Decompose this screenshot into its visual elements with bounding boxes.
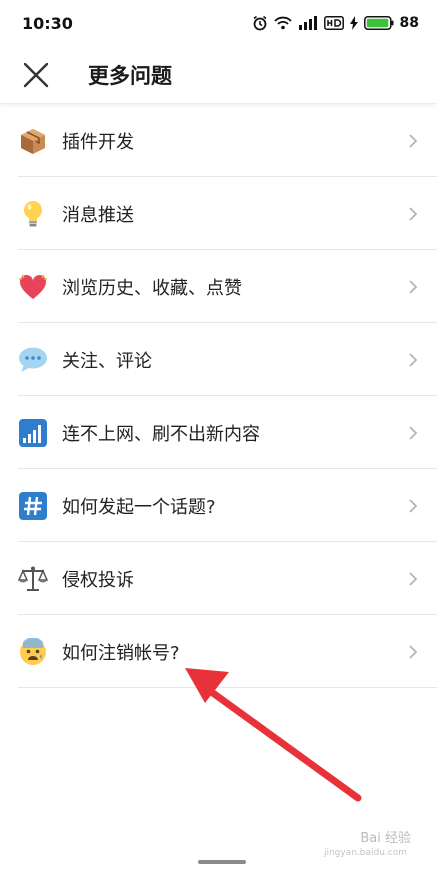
heart-icon	[18, 272, 48, 302]
package-icon	[18, 126, 48, 156]
wifi-icon	[273, 16, 292, 30]
status-time: 10:30	[22, 13, 73, 33]
battery-level: 88	[399, 15, 419, 31]
list-item-label: 如何发起一个话题?	[62, 496, 216, 518]
list-item-infringement-complaint[interactable]: 侵权投诉	[0, 542, 437, 615]
list-item-plugin-dev[interactable]: 插件开发	[0, 104, 437, 177]
alarm-icon	[253, 15, 267, 31]
list-item-label: 连不上网、刷不出新内容	[62, 423, 260, 445]
list-item-start-topic[interactable]: 如何发起一个话题?	[0, 469, 437, 542]
list-item-push-notifications[interactable]: 消息推送	[0, 177, 437, 250]
signal-icon	[298, 16, 317, 30]
list-item-label: 插件开发	[62, 131, 134, 153]
list-item-label: 关注、评论	[62, 350, 152, 372]
hashtag-icon	[18, 491, 48, 521]
close-button[interactable]	[12, 51, 60, 99]
header: 更多问题	[0, 46, 437, 104]
chevron-right-icon	[403, 571, 423, 587]
page-title: 更多问题	[88, 63, 172, 88]
question-list: 插件开发 消息推送 浏览历史、收藏、点赞 关注、评论 连不上网、刷不出新内容 如…	[0, 104, 437, 688]
list-item-network-issue[interactable]: 连不上网、刷不出新内容	[0, 396, 437, 469]
hd-icon	[323, 16, 344, 30]
lightbulb-icon	[18, 199, 48, 229]
status-bar: 10:30 88	[0, 0, 437, 46]
watermark-url: jingyan.baidu.com	[323, 848, 407, 858]
status-icons: 88	[252, 15, 419, 31]
list-item-history-favorites-likes[interactable]: 浏览历史、收藏、点赞	[0, 250, 437, 323]
list-item-delete-account[interactable]: 如何注销帐号?	[0, 615, 437, 688]
chevron-right-icon	[403, 206, 423, 222]
list-item-label: 消息推送	[62, 204, 134, 226]
list-item-label: 侵权投诉	[62, 569, 134, 591]
signal-bars-icon	[18, 418, 48, 448]
chevron-right-icon	[403, 498, 423, 514]
charging-icon	[349, 16, 358, 30]
chevron-right-icon	[403, 133, 423, 149]
list-item-label: 浏览历史、收藏、点赞	[62, 277, 242, 299]
chevron-right-icon	[403, 425, 423, 441]
list-item-label: 如何注销帐号?	[62, 642, 180, 664]
battery-icon	[363, 16, 394, 30]
worried-face-icon	[18, 637, 48, 667]
chevron-right-icon	[403, 644, 423, 660]
speech-bubble-icon	[18, 345, 48, 375]
watermark-logo: Bai 经验	[360, 831, 411, 846]
scales-icon	[18, 564, 48, 594]
chevron-right-icon	[403, 279, 423, 295]
chevron-right-icon	[403, 352, 423, 368]
close-icon	[23, 62, 49, 87]
home-indicator[interactable]	[198, 860, 246, 864]
list-item-follow-comment[interactable]: 关注、评论	[0, 323, 437, 396]
